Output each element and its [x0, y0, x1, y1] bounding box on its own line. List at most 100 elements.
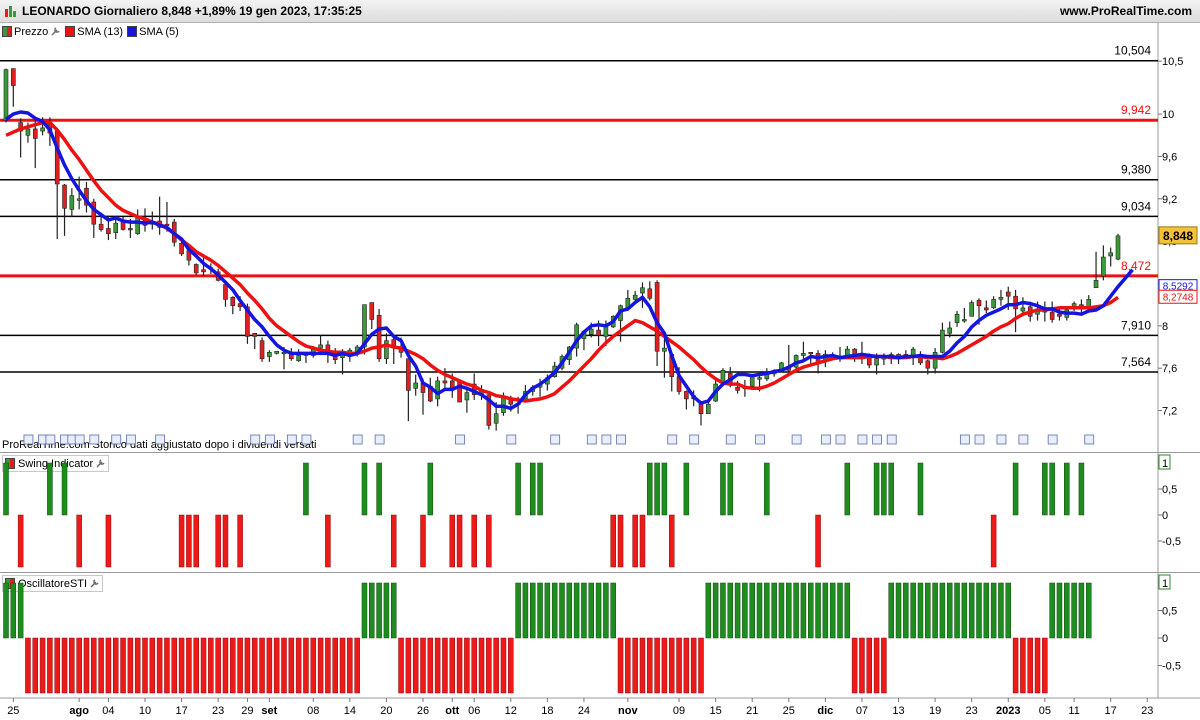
sti-bar — [354, 637, 360, 694]
sti-max-box — [1158, 574, 1171, 590]
candle-body — [98, 223, 104, 230]
candle-body — [1071, 303, 1077, 310]
sti-bar — [756, 582, 763, 639]
wrench-icon[interactable] — [95, 458, 106, 469]
sti-bar — [807, 582, 814, 639]
candle-body — [662, 347, 667, 352]
swing-bar — [917, 462, 924, 516]
sti-bar — [1005, 582, 1012, 639]
sti-y-tick-label: 0,5 — [1162, 606, 1177, 618]
candle-body — [281, 352, 287, 355]
sti-bar — [32, 637, 39, 694]
event-marker-icon — [374, 434, 385, 445]
candle-body — [223, 284, 228, 300]
sti-bar — [764, 582, 770, 639]
event-marker-icon — [725, 434, 736, 445]
candle-body — [954, 313, 960, 323]
price-y-tick-label: 8,4 — [1162, 278, 1177, 290]
sti-bar — [625, 637, 631, 694]
candle-body — [508, 399, 514, 405]
legend-sma13[interactable]: SMA (13) — [65, 26, 123, 38]
candle-body — [449, 380, 455, 389]
wrench-icon[interactable] — [89, 578, 100, 589]
candle-body — [910, 348, 916, 358]
wrench-icon[interactable] — [50, 26, 61, 37]
swing-bar — [390, 514, 397, 568]
candle-body — [991, 299, 996, 309]
swing-indicator-title[interactable]: Swing Indicator — [2, 455, 110, 472]
legend-price[interactable]: Prezzo — [2, 26, 61, 38]
level-label: 9,034 — [1121, 199, 1151, 213]
sti-bar — [647, 637, 653, 694]
candle-body — [640, 287, 645, 294]
candle-body — [340, 350, 345, 358]
event-marker-icon — [974, 434, 985, 445]
sti-bar — [200, 637, 207, 694]
swing-bar — [376, 462, 382, 516]
sti-bar — [734, 582, 741, 639]
swing-bar — [683, 462, 690, 516]
swing-y-tick-label: 1 — [1162, 458, 1168, 470]
swing-bar — [303, 462, 309, 516]
chart-canvas[interactable]: 10,5109,69,28,88,487,67,210,5049,9429,38… — [0, 0, 1200, 720]
swing-bar — [471, 514, 477, 568]
sti-bar — [61, 637, 68, 694]
candle-body — [559, 356, 565, 369]
swing-bar — [1064, 462, 1070, 516]
candle-body — [925, 360, 931, 369]
legend-sma5[interactable]: SMA (5) — [127, 26, 179, 38]
candle-body — [289, 353, 294, 359]
sti-bar — [54, 637, 60, 694]
candle-body — [698, 401, 704, 415]
candle-body — [779, 362, 784, 372]
swing-bar — [720, 462, 726, 516]
price-y-tick-label: 7,2 — [1162, 406, 1177, 418]
event-marker-icon — [755, 434, 765, 445]
sti-bar — [903, 582, 909, 639]
candle-body — [157, 220, 162, 228]
event-marker-icon — [689, 434, 700, 445]
sma13-value-label: 8,2748 — [1163, 292, 1194, 303]
candle-body — [420, 382, 426, 393]
sti-oscillator-title[interactable]: OscillatoreSTI — [2, 575, 104, 592]
candle-body — [428, 385, 433, 402]
candle-body — [859, 353, 865, 357]
candle-body — [567, 346, 572, 361]
event-marker-icon — [886, 434, 897, 445]
sti-bar — [142, 637, 148, 694]
sti-bar — [866, 637, 873, 694]
event-marker-icon — [1018, 434, 1029, 445]
candle-body — [259, 340, 265, 359]
swing-bar — [881, 462, 887, 516]
candle-body — [574, 324, 579, 349]
swing-indicator-label: Swing Indicator — [18, 457, 94, 470]
candle-body — [596, 329, 601, 336]
sti-bar — [932, 582, 938, 639]
sti-bar — [47, 637, 53, 694]
sti-bar — [698, 637, 704, 694]
x-tick-label: 13 — [892, 705, 904, 717]
sti-bar — [456, 637, 463, 694]
candle-body — [3, 69, 9, 121]
last-price-label: 8,848 — [1163, 229, 1193, 243]
sti-bar — [661, 637, 668, 694]
candle-body — [537, 383, 543, 388]
candle-body — [1013, 295, 1018, 310]
candle-body — [713, 383, 718, 402]
candle-body — [866, 357, 872, 366]
x-tick-label: set — [261, 705, 277, 717]
candle-body — [1042, 309, 1048, 313]
candle-body — [69, 195, 75, 210]
candle-body — [171, 221, 177, 243]
candle-body — [669, 354, 675, 377]
candle-body — [771, 372, 777, 375]
candle-body — [823, 354, 828, 362]
candle-body — [727, 373, 733, 386]
candle-body — [11, 68, 16, 86]
candle-body — [888, 354, 894, 359]
sti-bar — [1034, 637, 1041, 694]
candle-body — [398, 348, 404, 353]
sti-bar — [727, 582, 734, 639]
site-link[interactable]: www.ProRealTime.com — [1060, 4, 1192, 18]
candle-body — [267, 352, 272, 357]
